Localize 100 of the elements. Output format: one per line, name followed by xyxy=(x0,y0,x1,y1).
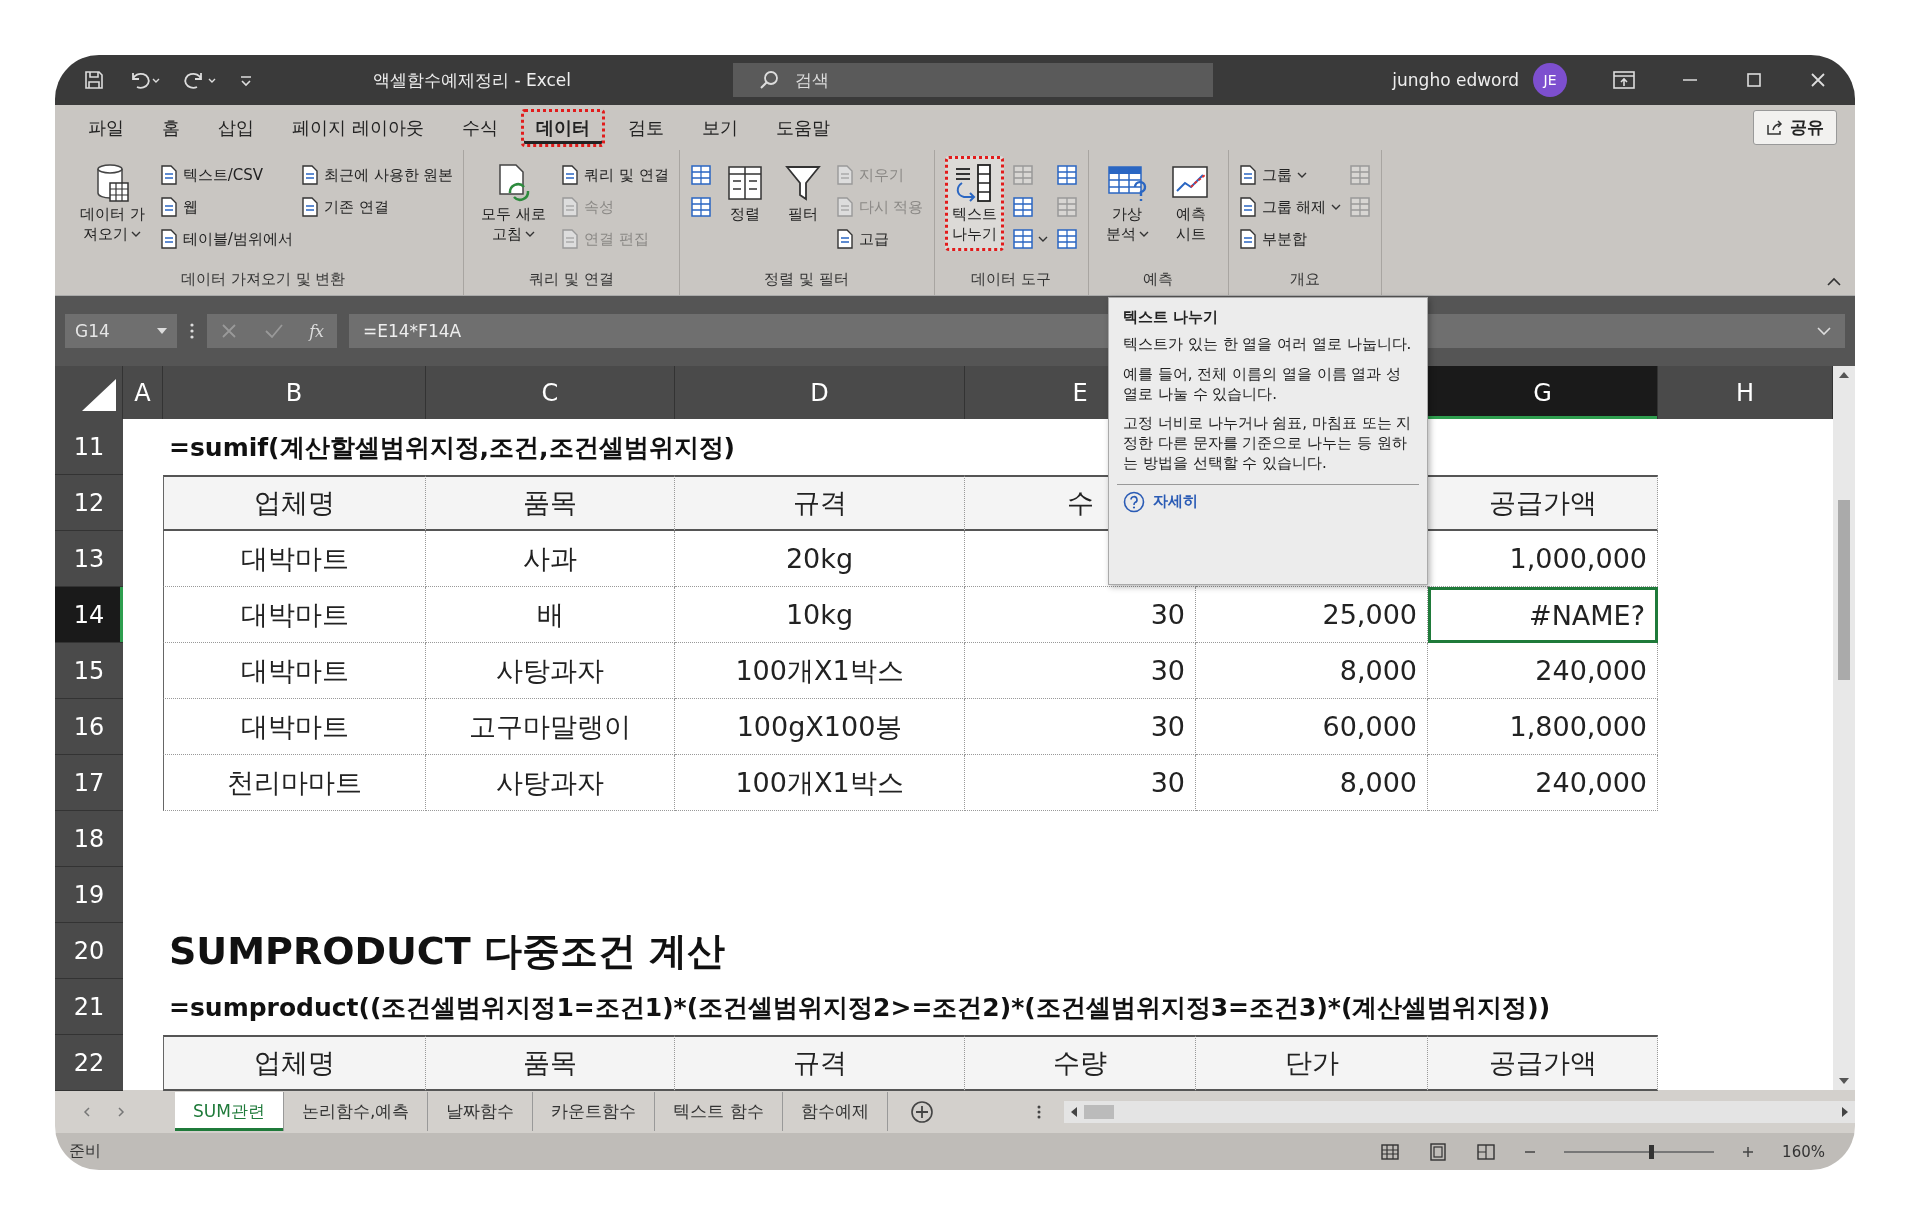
user-avatar[interactable]: JE xyxy=(1533,63,1567,97)
group-label: 데이터 가져오기 및 변환 xyxy=(180,270,347,290)
learn-more-link[interactable]: 자세히 xyxy=(1123,490,1413,513)
sheet-tab[interactable]: SUM관련 xyxy=(175,1092,284,1131)
previous-sheet-icon[interactable] xyxy=(81,1105,93,1118)
sheet-tab[interactable]: 날짜함수 xyxy=(428,1092,534,1131)
menu-tab[interactable]: 데이터 xyxy=(520,108,605,147)
next-sheet-icon[interactable] xyxy=(115,1105,127,1118)
page-layout-icon[interactable] xyxy=(1428,1142,1449,1161)
menu-tab[interactable]: 보기 xyxy=(686,108,753,147)
ribbon-button[interactable]: 텍스트/CSV xyxy=(159,162,293,188)
close-icon[interactable] xyxy=(1809,71,1827,89)
help-icon xyxy=(1123,490,1145,513)
row-header[interactable]: 21 xyxy=(55,979,123,1035)
zoom-slider[interactable] xyxy=(1564,1144,1715,1159)
row-header[interactable]: 22 xyxy=(55,1035,123,1091)
name-box[interactable]: G14 xyxy=(65,314,177,348)
row-header[interactable]: 13 xyxy=(55,531,123,587)
row-header[interactable]: 17 xyxy=(55,755,123,811)
menu-tab[interactable]: 삽입 xyxy=(203,108,269,147)
column-header[interactable]: D xyxy=(675,366,965,419)
more-icon[interactable] xyxy=(1035,1103,1042,1120)
row-header[interactable]: 16 xyxy=(55,699,123,755)
table-cell-text: 100gX100봉 xyxy=(736,709,903,744)
table-question-icon xyxy=(1107,163,1147,203)
column-header[interactable]: G xyxy=(1428,366,1658,419)
column-header[interactable]: C xyxy=(426,366,675,419)
check-icon[interactable] xyxy=(263,322,284,340)
share-button[interactable]: 공유 xyxy=(1753,110,1837,145)
menu-tab[interactable]: 홈 xyxy=(147,108,195,147)
collapse-icon[interactable] xyxy=(1827,277,1841,287)
ribbon-button[interactable]: 최근에 사용한 원본 xyxy=(300,162,454,188)
ribbon-icon-button[interactable] xyxy=(689,162,712,188)
table-cell: 240,000 xyxy=(1535,767,1647,798)
column-heading: 품목 xyxy=(523,486,577,520)
more-icon[interactable] xyxy=(189,322,195,340)
zoom-in-icon[interactable] xyxy=(1742,1145,1755,1158)
ribbon-button[interactable]: 부분합 xyxy=(1238,226,1342,252)
vertical-scrollbar[interactable] xyxy=(1833,366,1855,1090)
menu-tab[interactable]: 수식 xyxy=(446,108,513,147)
ribbon-button[interactable]: 쿼리 및 연결 xyxy=(561,162,669,188)
page-break-icon[interactable] xyxy=(1476,1142,1497,1161)
ribbon-button[interactable]: 데이터 가 져오기 xyxy=(73,156,152,251)
horizontal-scrollbar[interactable] xyxy=(1063,1100,1855,1123)
function-button[interactable]: fx xyxy=(309,321,325,341)
group-label: 개요 xyxy=(1288,270,1321,290)
ribbon-button[interactable]: 필터 xyxy=(777,156,828,232)
ribbon-button[interactable]: 테이블/범위에서 xyxy=(159,226,293,252)
sheet-tab[interactable]: 함수예제 xyxy=(782,1092,888,1131)
table-cell: 8,000 xyxy=(1339,655,1417,686)
ribbon-button[interactable]: 모두 새로 고침 xyxy=(474,156,554,251)
ribbon-button[interactable]: 텍스트 나누기 xyxy=(944,156,1004,251)
menu-tab[interactable]: 페이지 레이아웃 xyxy=(277,108,439,147)
search-box[interactable]: 검색 xyxy=(733,63,1213,97)
table-cell-text: 대박마트 xyxy=(240,541,349,576)
normal-view-icon[interactable] xyxy=(1380,1142,1401,1161)
ribbon-button[interactable]: 그룹 해제 xyxy=(1238,194,1342,220)
scroll-down-icon[interactable] xyxy=(1837,1076,1851,1086)
scrollbar-thumb[interactable] xyxy=(1083,1104,1114,1119)
ribbon-icon-button[interactable] xyxy=(689,194,712,220)
menu-tab[interactable]: 파일 xyxy=(73,108,139,147)
zoom-thumb[interactable] xyxy=(1649,1144,1655,1159)
funnel-icon xyxy=(784,163,821,203)
search-field[interactable]: 검색 xyxy=(793,69,1177,91)
document-icon xyxy=(561,229,580,249)
row-header[interactable]: 14 xyxy=(55,587,123,643)
save-icon[interactable] xyxy=(83,69,105,91)
group-label: 정렬 및 필터 xyxy=(763,270,850,290)
sheet-tab[interactable]: 텍스트 함수 xyxy=(655,1092,783,1131)
column-heading: 공급가액 xyxy=(1488,486,1597,520)
ribbon-button[interactable]: 그룹 xyxy=(1238,162,1342,188)
sheet-tab[interactable]: 카운트함수 xyxy=(533,1092,656,1131)
ribbon-display-icon[interactable] xyxy=(1613,71,1635,89)
scroll-up-icon[interactable] xyxy=(1837,370,1851,380)
scrollbar-thumb[interactable] xyxy=(1838,500,1850,680)
row-header[interactable]: 15 xyxy=(55,643,123,699)
sheet-tab[interactable]: 논리함수,예측 xyxy=(283,1092,429,1131)
row-header[interactable]: 18 xyxy=(55,811,123,867)
table-cell: 30 xyxy=(1150,767,1185,798)
column-header[interactable]: B xyxy=(163,366,426,419)
row-header[interactable]: 19 xyxy=(55,867,123,923)
add-sheet-icon[interactable] xyxy=(909,1099,934,1124)
ribbon-button[interactable]: 웹 xyxy=(159,194,293,220)
row-header[interactable]: 11 xyxy=(55,419,123,475)
row-header[interactable]: 20 xyxy=(55,923,123,979)
ribbon-button[interactable]: 가상 분석 xyxy=(1098,156,1156,251)
ribbon-button[interactable]: 고급 xyxy=(835,226,924,252)
ribbon-button[interactable]: 정렬 xyxy=(719,156,770,232)
ribbon-icon-button[interactable] xyxy=(1055,162,1078,188)
column-header[interactable]: A xyxy=(123,366,163,419)
expand-icon[interactable] xyxy=(1817,326,1831,336)
menu-tab[interactable]: 도움말 xyxy=(760,108,845,147)
row-header[interactable]: 12 xyxy=(55,475,123,531)
zoom-level[interactable]: 160% xyxy=(1782,1142,1825,1161)
ribbon-icon-button[interactable] xyxy=(1055,226,1078,252)
ribbon-button[interactable]: 예측 시트 xyxy=(1163,156,1218,251)
ribbon-button[interactable]: 기존 연결 xyxy=(300,194,454,220)
maximize-icon[interactable] xyxy=(1745,71,1763,89)
ribbon-icon-button[interactable] xyxy=(1011,226,1048,252)
menu-tab[interactable]: 검토 xyxy=(612,108,679,147)
